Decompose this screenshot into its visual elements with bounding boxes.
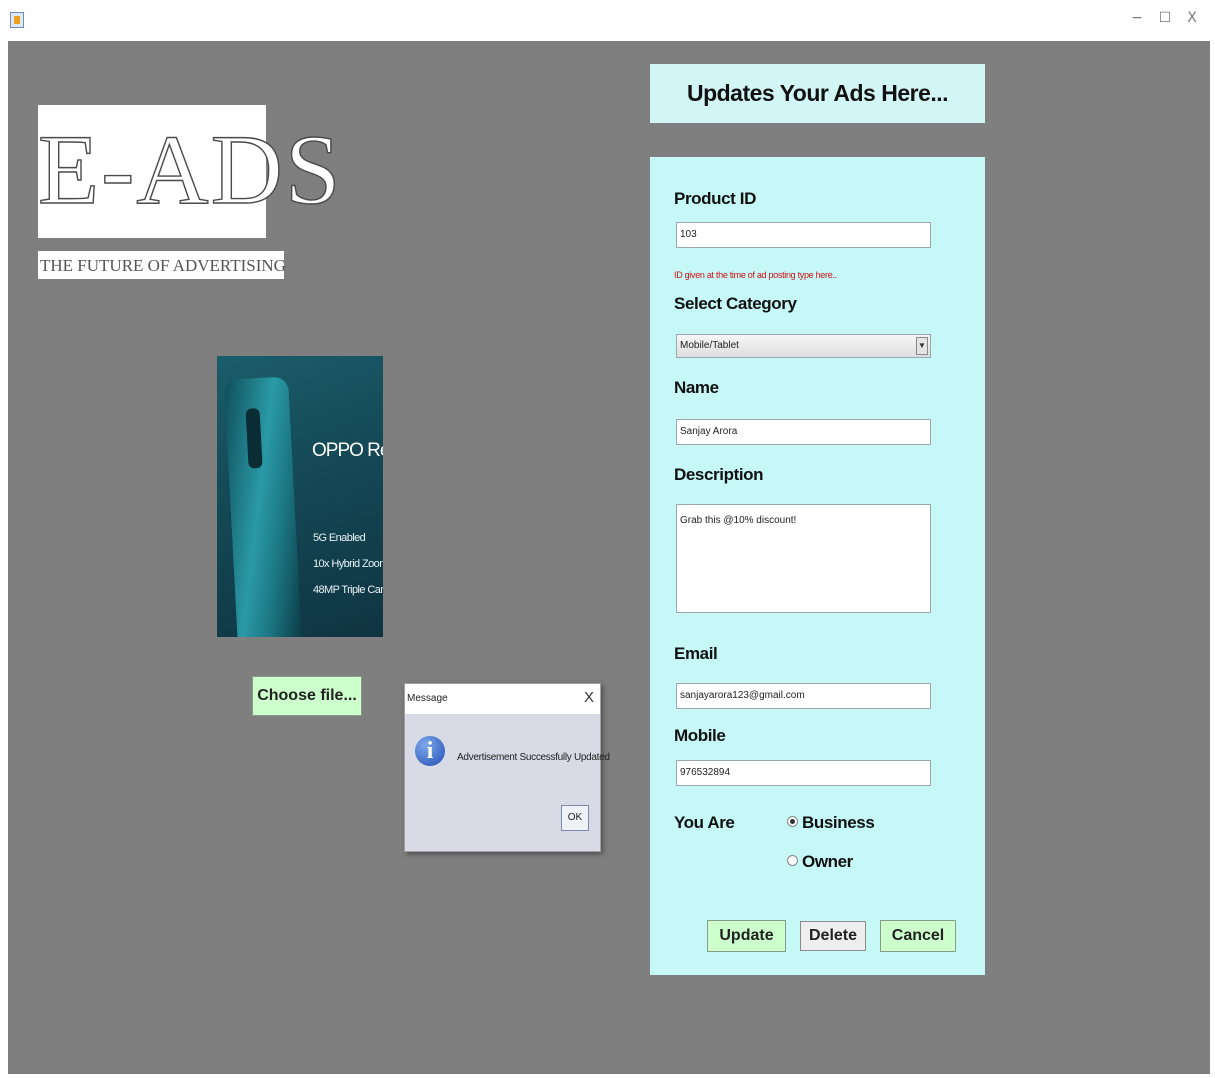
message-dialog: Message X i Advertisement Successfully U… [404, 683, 610, 852]
radio-unselected-icon[interactable] [787, 855, 798, 866]
radio-owner[interactable]: Owner [787, 852, 853, 872]
maximize-icon[interactable]: ☐ [1155, 10, 1175, 26]
dialog-titlebar: Message X [405, 684, 600, 714]
update-button[interactable]: Update [707, 920, 786, 952]
close-window-icon[interactable]: X [1182, 10, 1202, 26]
phone-graphic [223, 376, 303, 637]
dialog-close-icon[interactable]: X [584, 689, 594, 706]
window-left-border [0, 0, 8, 1078]
logo-text: E-ADS [37, 113, 343, 225]
cancel-button[interactable]: Cancel [880, 920, 956, 952]
radio-selected-icon[interactable] [787, 816, 798, 827]
you-are-label: You Are [674, 813, 735, 832]
email-input[interactable]: sanjayarora123@gmail.com [676, 683, 931, 709]
email-label: Email [674, 644, 718, 663]
info-icon: i [415, 736, 445, 766]
radio-business-label: Business [802, 813, 875, 832]
product-feature: 10x Hybrid Zoom [313, 558, 383, 570]
minimize-icon[interactable]: − [1127, 10, 1147, 26]
delete-button[interactable]: Delete [800, 921, 866, 951]
product-id-input[interactable]: 103 [676, 222, 931, 248]
radio-owner-label: Owner [802, 852, 853, 871]
dialog-message: Advertisement Successfully Updated [457, 752, 610, 763]
window-bottom-border [0, 1074, 1215, 1078]
window-titlebar: − ☐ X [0, 0, 1215, 40]
description-textarea[interactable]: Grab this @10% discount! [676, 504, 931, 613]
product-id-hint: ID given at the time of ad posting type … [674, 270, 837, 280]
choose-file-button[interactable]: Choose file... [252, 676, 362, 716]
java-app-icon [10, 12, 24, 28]
radio-business[interactable]: Business [787, 813, 875, 833]
name-input[interactable]: Sanjay Arora [676, 419, 931, 445]
mobile-label: Mobile [674, 726, 726, 745]
mobile-input[interactable]: 976532894 [676, 760, 931, 786]
category-select[interactable]: Mobile/Tablet ▼ [676, 334, 931, 358]
window-right-border [1210, 0, 1215, 1078]
product-feature: 5G Enabled [313, 532, 366, 544]
product-image: OPPO Reno 5G 5G Enabled 10x Hybrid Zoom … [217, 356, 383, 637]
description-label: Description [674, 465, 764, 484]
tagline-box: THE FUTURE OF ADVERTISING [38, 251, 286, 279]
update-ad-form: Product ID 103 ID given at the time of a… [650, 157, 985, 975]
tagline: THE FUTURE OF ADVERTISING [40, 256, 286, 275]
product-image-title: OPPO Reno 5G [312, 440, 383, 462]
category-label: Select Category [674, 294, 797, 313]
dialog-title: Message [407, 693, 448, 704]
logo: E-ADS [37, 105, 343, 238]
chevron-down-icon[interactable]: ▼ [916, 337, 928, 355]
product-id-label: Product ID [674, 189, 756, 208]
category-value: Mobile/Tablet [680, 340, 739, 351]
form-heading-panel: Updates Your Ads Here... [650, 64, 985, 123]
ok-button[interactable]: OK [561, 805, 589, 831]
product-feature: 48MP Triple Camera [313, 584, 383, 596]
form-heading: Updates Your Ads Here... [686, 80, 949, 106]
name-label: Name [674, 378, 719, 397]
